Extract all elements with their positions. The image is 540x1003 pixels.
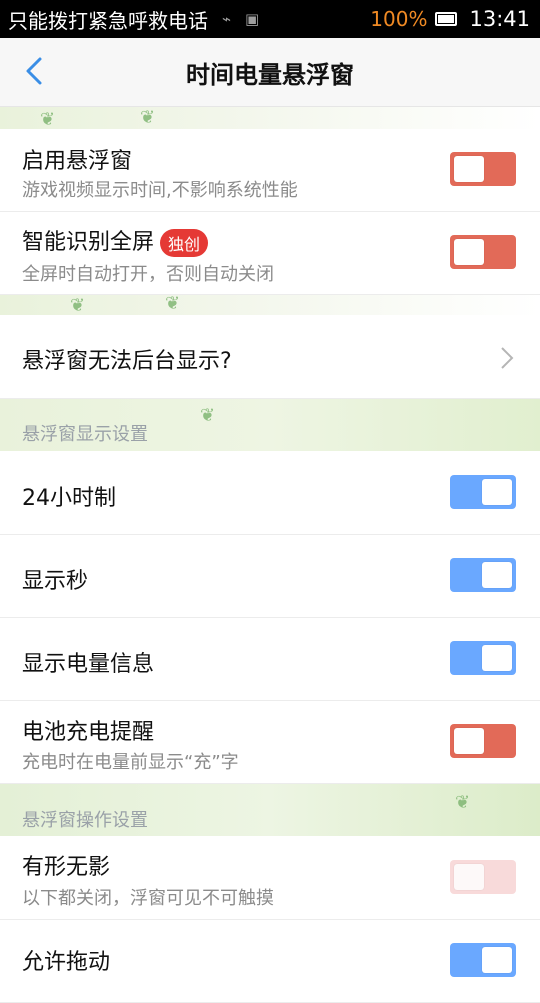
leaf-icon: ❦ [70,295,86,315]
battery-icon [435,12,458,26]
row-label: 悬浮窗无法后台显示? [22,349,232,374]
android-debug-icon: ▣ [245,10,260,28]
row-show-seconds[interactable]: 显示秒 [0,535,540,618]
section-display-header: 悬浮窗显示设置 ❦ [0,399,540,451]
allow-drag-toggle[interactable] [450,943,516,977]
chevron-right-icon [500,346,514,370]
row-charge-remind[interactable]: 电池充电提醒 充电时在电量前显示“充”字 [0,701,540,784]
leaf-icon: ❦ [200,405,216,426]
toggle-knob [482,947,512,973]
section-title: 悬浮窗操作设置 [22,810,148,831]
row-label: 显示秒 [22,569,89,594]
row-desc: 充电时在电量前显示“充”字 [22,752,239,773]
row-enable-float[interactable]: 启用悬浮窗 游戏视频显示时间,不影响系统性能 [0,129,540,212]
charge-remind-toggle[interactable] [450,724,516,758]
row-label: 电池充电提醒 [22,720,155,745]
show-seconds-toggle[interactable] [450,558,516,592]
row-desc: 全屏时自动打开，否则自动关闭 [22,264,274,285]
clock: 13:41 [469,7,530,31]
toggle-knob [454,864,484,890]
row-allow-drag[interactable]: 允许拖动 [0,920,540,1003]
row-label: 启用悬浮窗 [22,149,133,174]
carrier-text: 只能拨打紧急呼救电话 [8,8,208,33]
row-label-wrap: 智能识别全屏 独创 [22,224,209,257]
row-battery-info[interactable]: 显示电量信息 [0,618,540,701]
section-operation-header: 悬浮窗操作设置 ❦ [0,784,540,836]
leaf-icon: ❦ [455,792,471,813]
row-label: 24小时制 [22,486,116,511]
toggle-knob [482,479,512,505]
status-bar: 只能拨打紧急呼救电话 ⌁ ▣ 100% 13:41 [0,0,540,38]
section-title: 悬浮窗显示设置 [22,424,148,445]
leaf-icon: ❦ [40,109,56,129]
row-label: 有形无影 [22,855,111,880]
decor-band-2: ❦ ❦ [0,295,540,315]
toggle-knob [454,728,484,754]
leaf-icon: ❦ [140,107,156,128]
toggle-knob [482,645,512,671]
row-label: 显示电量信息 [22,652,155,677]
row-ghost-mode[interactable]: 有形无影 以下都关闭，浮窗可见不可触摸 [0,837,540,920]
toggle-knob [482,562,512,588]
row-cannot-show-help[interactable]: 悬浮窗无法后台显示? [0,316,540,399]
usb-icon: ⌁ [222,10,232,28]
row-desc: 以下都关闭，浮窗可见不可触摸 [22,888,274,909]
smart-fullscreen-toggle[interactable] [450,235,516,269]
ghost-mode-toggle[interactable] [450,860,516,894]
toggle-knob [454,156,484,182]
row-24h[interactable]: 24小时制 [0,452,540,535]
row-label: 允许拖动 [22,950,111,975]
h24-toggle[interactable] [450,475,516,509]
battery-info-toggle[interactable] [450,641,516,675]
toggle-knob [454,239,484,265]
status-right: 100% 13:41 [370,7,530,31]
row-smart-fullscreen[interactable]: 智能识别全屏 独创 全屏时自动打开，否则自动关闭 [0,212,540,295]
page-title: 时间电量悬浮窗 [186,60,354,89]
battery-percent: 100% [370,7,428,31]
enable-float-toggle[interactable] [450,152,516,186]
back-chevron-icon[interactable] [22,56,48,86]
leaf-icon: ❦ [165,295,181,314]
row-label: 智能识别全屏 [22,230,155,255]
badge-original: 独创 [160,229,209,257]
app-header: 时间电量悬浮窗 [0,38,540,107]
row-desc: 游戏视频显示时间,不影响系统性能 [22,180,298,201]
decor-band-top: ❦ ❦ [0,107,540,129]
